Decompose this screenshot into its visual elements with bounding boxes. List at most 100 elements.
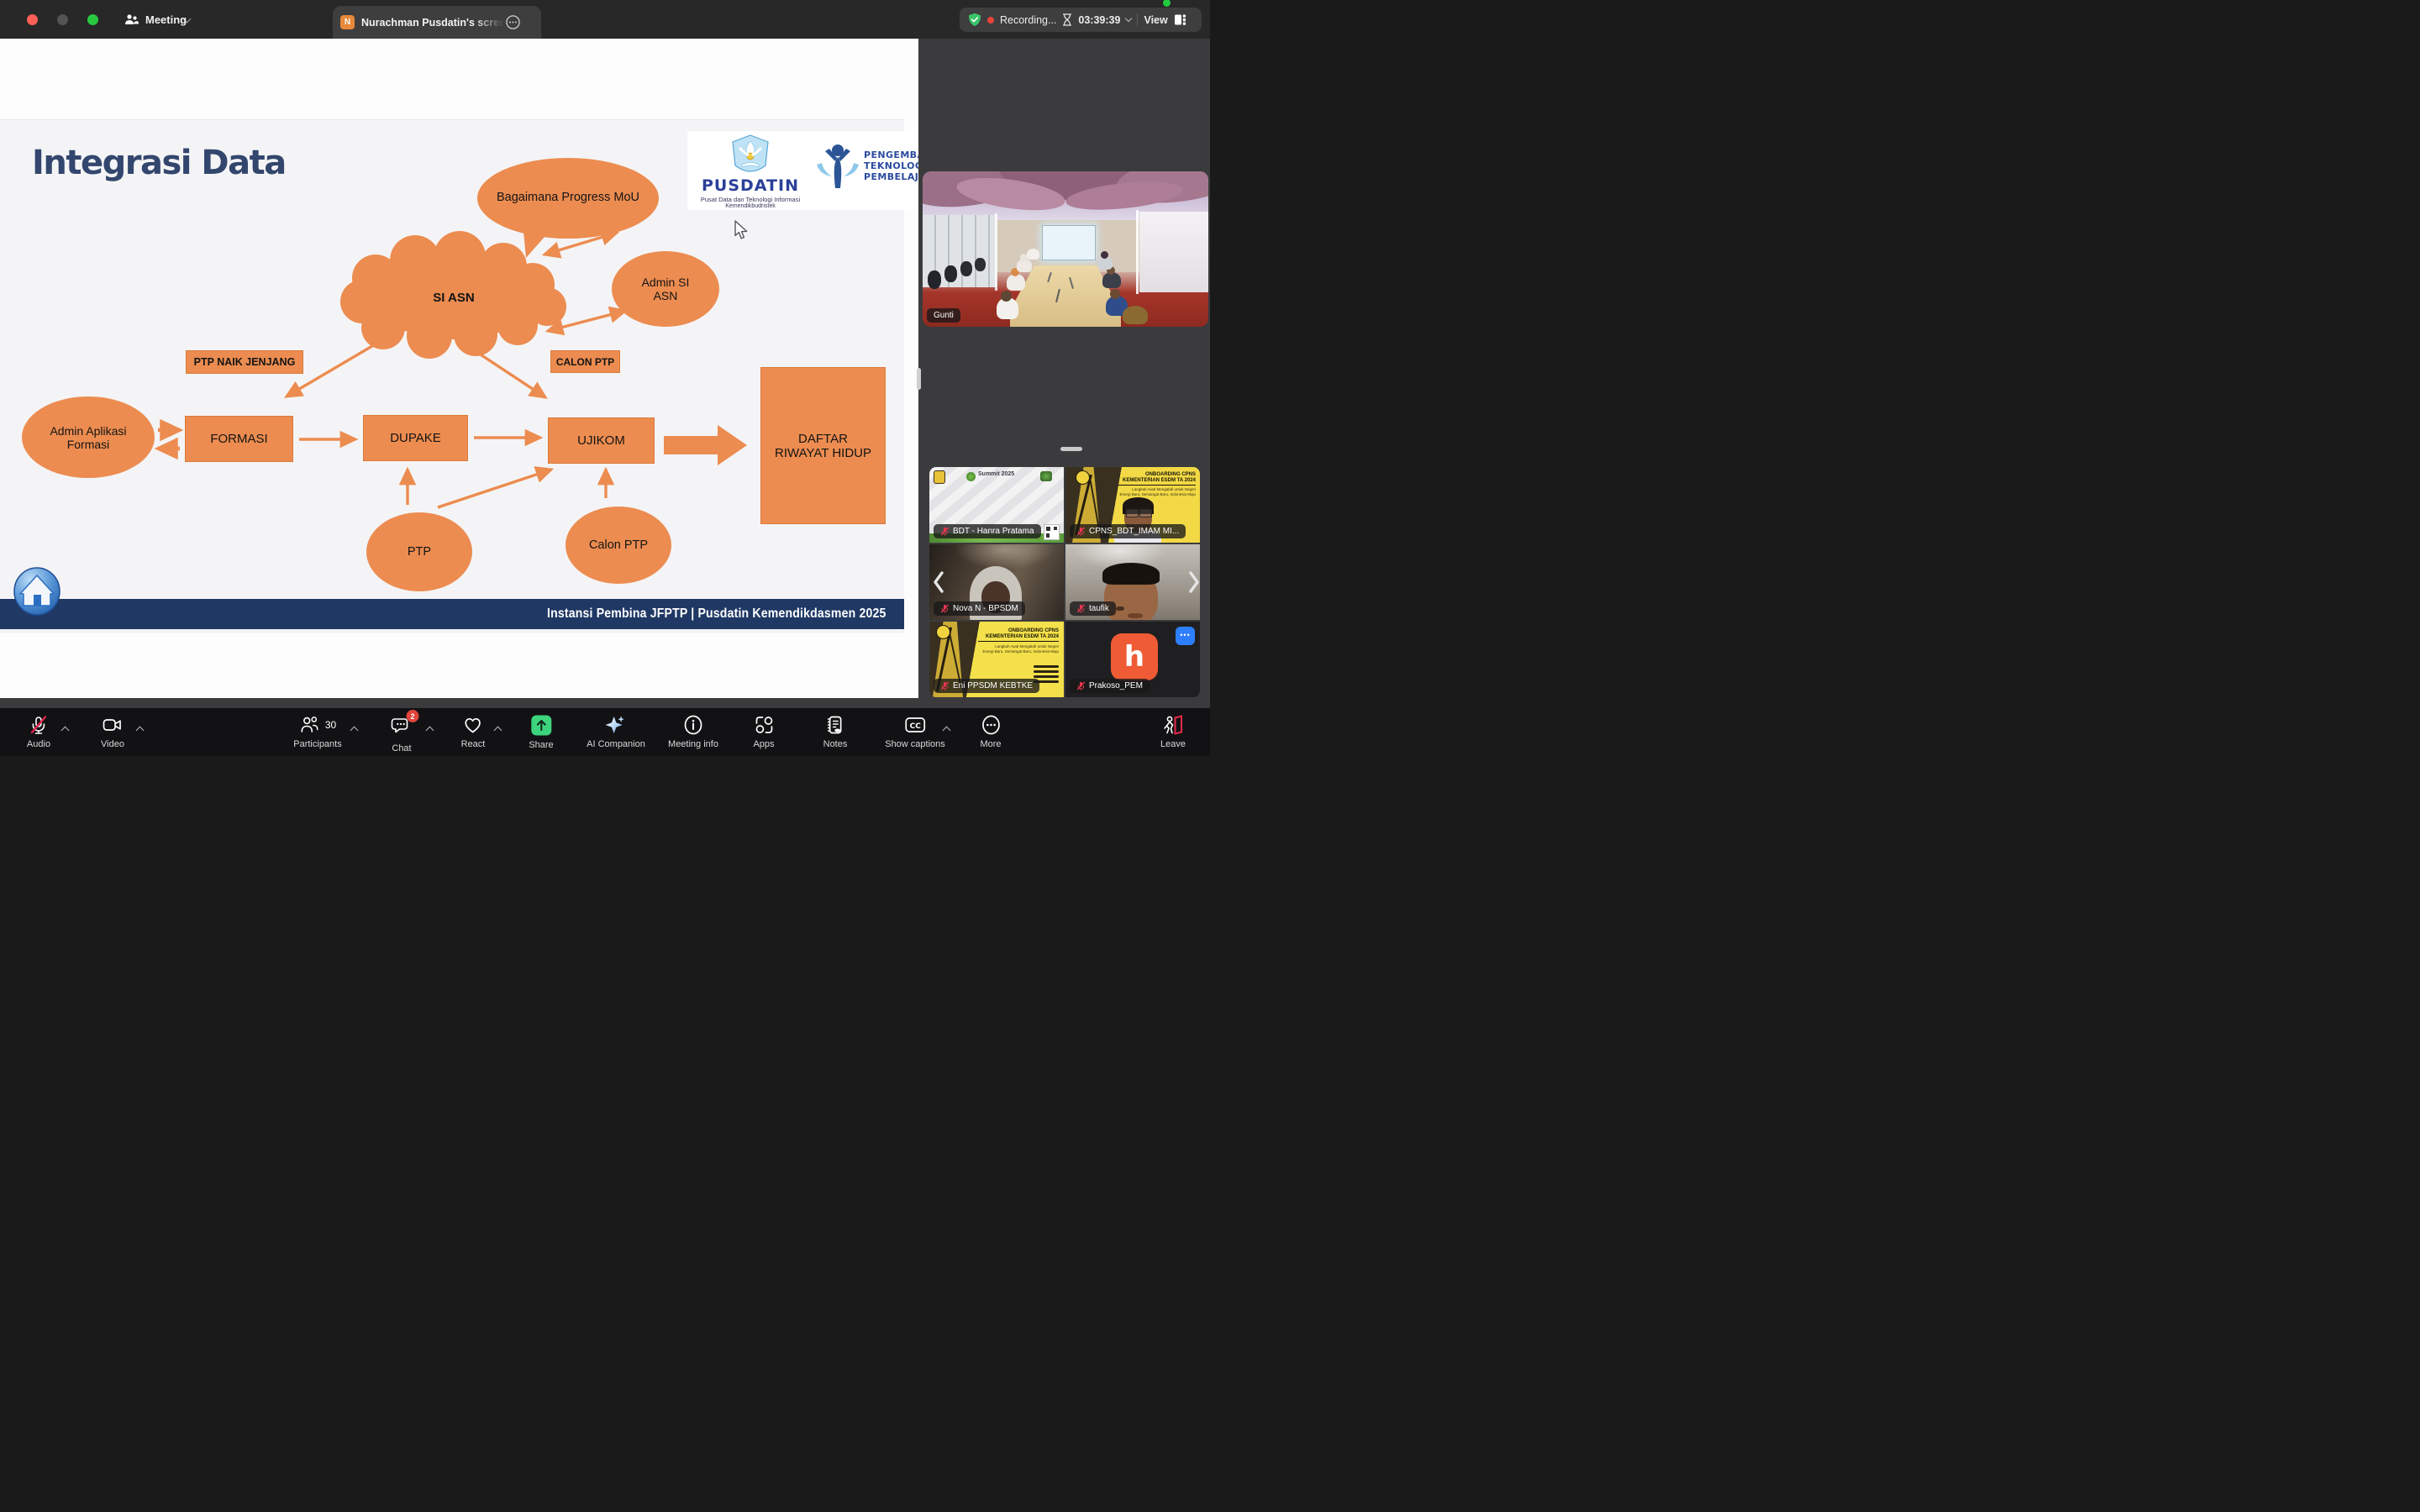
notes-button[interactable]: Notes (823, 715, 848, 749)
close-window-button[interactable] (27, 14, 38, 25)
apps-button[interactable]: Apps (753, 715, 774, 749)
previous-page-chevron-icon[interactable] (933, 571, 944, 593)
leave-door-icon (1162, 715, 1184, 735)
video-camera-icon (103, 715, 124, 735)
notes-icon (825, 715, 845, 735)
virtual-bg-poster: ONBOARDING CPNS KEMENTERIAN ESDM TA 2024… (978, 628, 1059, 654)
ai-companion-button[interactable]: AI Companion (587, 715, 645, 749)
window-background-strip (0, 698, 1210, 708)
more-ellipsis-icon (981, 715, 1001, 735)
participant-tile[interactable]: Summit 2025 BDT - Hanra Pratama (929, 467, 1064, 543)
participant-tile[interactable]: ONBOARDING CPNS KEMENTERIAN ESDM TA 2024… (929, 622, 1064, 697)
participants-count: 30 (325, 719, 336, 731)
slide-footer: Instansi Pembina JFPTP | Pusdatin Kemend… (0, 599, 904, 629)
diagram-box-dupake: DUPAKE (363, 415, 468, 461)
muted-mic-icon (1076, 681, 1086, 690)
diagram-bubble-bagaimana-progress-mou: Bagaimana Progress MoU (491, 167, 645, 228)
status-dot (1163, 0, 1171, 7)
participant-tile[interactable]: taufik (1065, 544, 1200, 620)
muted-mic-icon (940, 604, 950, 613)
participants-button[interactable]: 30 Participants (293, 715, 341, 749)
video-options-chevron-icon[interactable] (137, 722, 143, 738)
ai-companion-sparkle-icon (606, 715, 627, 735)
tab-meeting[interactable]: Meeting (124, 0, 187, 39)
participants-options-chevron-icon[interactable] (351, 722, 357, 738)
react-options-chevron-icon[interactable] (495, 722, 501, 738)
view-layout-icon[interactable] (1174, 13, 1186, 26)
avatar: h (1111, 633, 1158, 680)
participant-name-badge: CPNS_BDT_IMAM MI... (1070, 524, 1186, 538)
more-button[interactable]: More (980, 715, 1001, 749)
meeting-tab-label: Meeting (145, 13, 187, 26)
main-video-tile[interactable]: Gunti (923, 171, 1208, 327)
tab-more-icon[interactable] (506, 15, 520, 29)
participant-name-badge: Nova N - BPSDM (934, 601, 1025, 616)
minimize-window-button[interactable] (57, 14, 68, 25)
share-button[interactable]: Share (529, 715, 553, 750)
participant-name-badge: Prakoso_PEM (1070, 679, 1150, 693)
leave-button[interactable]: Leave (1160, 715, 1186, 749)
security-shield-icon[interactable] (968, 13, 981, 27)
diagram-tag-calon-ptp: CALON PTP (550, 350, 620, 373)
muted-mic-icon (940, 527, 950, 536)
closed-captions-icon: CC (904, 715, 926, 735)
participant-name-badge: Gunti (927, 308, 960, 323)
diagram-box-formasi: FORMASI (185, 416, 293, 462)
mic-muted-icon (29, 715, 49, 735)
mouse-cursor (734, 220, 749, 240)
muted-mic-icon (940, 681, 950, 690)
diagram-cloud-si-asn: SI ASN (378, 280, 529, 315)
share-screen-icon (530, 715, 552, 736)
svg-text:CC: CC (909, 722, 921, 731)
panel-drag-handle[interactable] (1060, 447, 1082, 451)
hourglass-icon (1062, 13, 1072, 26)
presentation-slide: Integrasi Data PUSDATIN Pusat Data dan T… (0, 119, 904, 633)
meeting-info-button[interactable]: Meeting info (668, 715, 718, 749)
diagram-tag-ptp-naik-jenjang: PTP NAIK JENJANG (186, 350, 303, 374)
recording-dot-icon (987, 17, 994, 24)
tile-more-button[interactable]: ••• (1176, 627, 1195, 645)
chat-unread-badge: 2 (407, 710, 419, 722)
tab-avatar: N (340, 15, 355, 29)
diagram-ellipse-ptp: PTP (366, 512, 472, 591)
react-button[interactable]: React (461, 715, 486, 749)
show-captions-button[interactable]: CC Show captions (885, 715, 945, 749)
participant-tile[interactable]: Nova N - BPSDM (929, 544, 1064, 620)
heart-icon (463, 715, 483, 735)
muted-mic-icon (1076, 527, 1086, 536)
diagram-ellipse-calon-ptp: Calon PTP (566, 507, 671, 584)
divider (1137, 13, 1138, 26)
participants-icon (299, 715, 319, 735)
participant-name-badge: BDT - Hanra Pratama (934, 524, 1041, 538)
captions-options-chevron-icon[interactable] (944, 722, 950, 738)
participant-tile[interactable]: h ••• Prakoso_PEM (1065, 622, 1200, 697)
meeting-status-pill: Recording... 03:39:39 View (960, 8, 1202, 32)
participant-name-badge: taufik (1070, 601, 1116, 616)
virtual-bg-text: Summit 2025 (978, 471, 1014, 477)
chat-options-chevron-icon[interactable] (427, 722, 433, 738)
home-icon[interactable] (12, 567, 62, 616)
diagram-box-daftar-riwayat-hidup: DAFTAR RIWAYAT HIDUP (760, 367, 886, 524)
diagram-ellipse-admin-aplikasi-formasi: Admin Aplikasi Formasi (22, 396, 155, 478)
participant-tile[interactable]: ONBOARDING CPNS KEMENTERIAN ESDM TA 2024… (1065, 467, 1200, 543)
virtual-bg-poster: ONBOARDING CPNS KEMENTERIAN ESDM TA 2024… (1118, 472, 1196, 496)
next-page-chevron-icon[interactable] (1188, 571, 1200, 593)
view-button[interactable]: View (1144, 14, 1167, 26)
diagram-ellipse-admin-si-asn: Admin SI ASN (612, 251, 719, 327)
meeting-timer: 03:39:39 (1078, 14, 1120, 26)
chat-button[interactable]: 2 Chat (392, 715, 413, 753)
info-icon (683, 715, 703, 735)
sidebar-resize-handle[interactable] (917, 368, 921, 390)
video-button[interactable]: Video (101, 715, 124, 749)
apps-icon (754, 715, 774, 735)
titlebar: Meeting N Nurachman Pusdatin's screen Re… (0, 0, 1210, 39)
timer-chevron-icon[interactable] (1125, 15, 1132, 22)
zoom-window-button[interactable] (87, 14, 98, 25)
tab-shared-screen[interactable]: N Nurachman Pusdatin's screen (333, 6, 541, 39)
shared-screen-area: Integrasi Data PUSDATIN Pusat Data dan T… (0, 39, 918, 698)
muted-mic-icon (1076, 604, 1086, 613)
recording-label[interactable]: Recording... (1000, 14, 1056, 26)
zoom-meeting-window: Meeting N Nurachman Pusdatin's screen Re… (0, 0, 1210, 756)
audio-button[interactable]: Audio (27, 715, 50, 749)
audio-options-chevron-icon[interactable] (62, 722, 68, 738)
